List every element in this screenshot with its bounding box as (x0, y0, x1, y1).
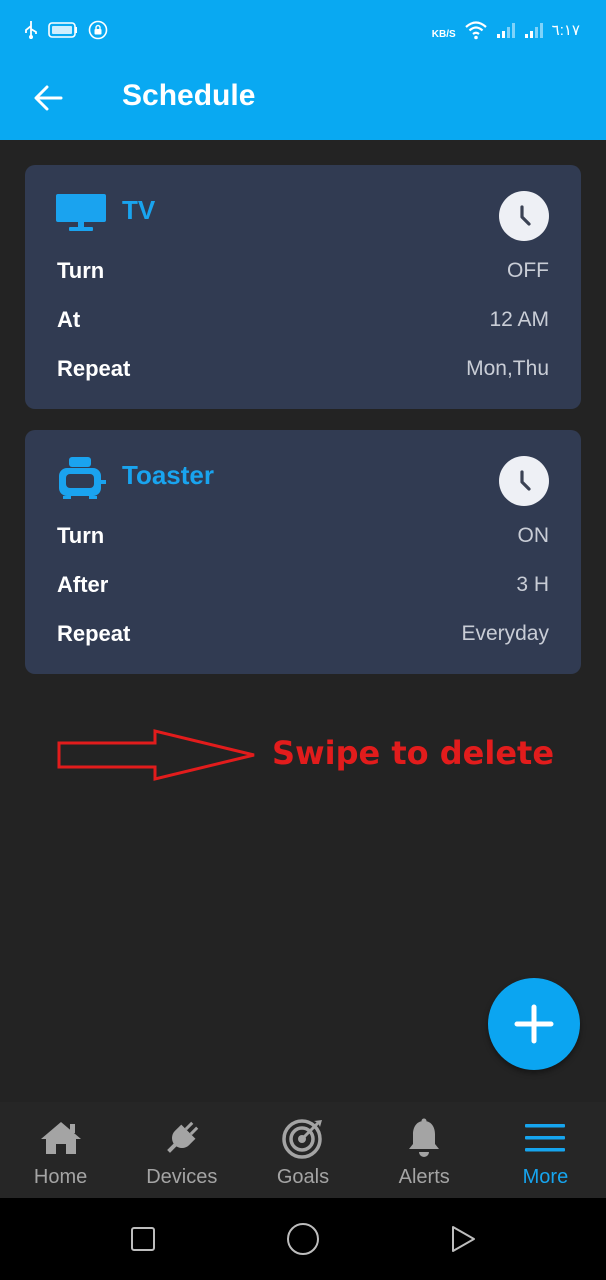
bottom-nav: Home Devices Goals Alerts More (0, 1102, 606, 1198)
row-label: At (57, 307, 81, 332)
device-name: TV (122, 195, 156, 225)
home-icon (40, 1122, 81, 1154)
clock-icon (520, 205, 531, 226)
nav-item-devices[interactable]: Devices (121, 1102, 242, 1198)
nav-item-home[interactable]: Home (0, 1102, 121, 1198)
row-value: ON (517, 524, 550, 547)
nav-item-goals[interactable]: Goals (242, 1102, 363, 1198)
schedule-row-after: After 3 H (57, 569, 549, 601)
schedule-row-turn: Turn ON (57, 520, 549, 552)
schedule-card-tv[interactable]: TV Turn OFF At 12 AM Repeat Mon,Thu (25, 165, 581, 409)
status-icons-right: KB/S ٦:١٧ (432, 20, 580, 40)
row-value: OFF (507, 259, 549, 282)
row-label: Repeat (57, 356, 131, 381)
triangle-back-icon (452, 1226, 475, 1252)
nav-item-more[interactable]: More (485, 1102, 606, 1198)
nav-label: More (522, 1166, 569, 1188)
swipe-hint-text: Swipe to delete (272, 734, 555, 772)
status-icons-left (24, 20, 108, 40)
device-name: Toaster (122, 460, 214, 490)
clock-button[interactable] (499, 456, 549, 506)
swipe-hint: Swipe to delete (56, 728, 556, 784)
square-icon (131, 1227, 155, 1251)
menu-icon (525, 1124, 566, 1152)
nav-label: Home (33, 1166, 88, 1188)
page-title: Schedule (122, 79, 256, 112)
schedule-row-repeat: Repeat Mon,Thu (57, 353, 549, 385)
arrow-right-icon (57, 729, 255, 781)
recent-apps-button[interactable] (123, 1219, 163, 1259)
row-label: Turn (57, 523, 105, 548)
bell-icon (409, 1118, 440, 1157)
nav-label: Devices (146, 1166, 218, 1188)
signal-icon-2 (524, 23, 543, 38)
vpn-lock-icon (88, 20, 108, 40)
target-icon (282, 1119, 322, 1159)
signal-icon-1 (496, 23, 515, 38)
wifi-icon (464, 21, 487, 40)
network-speed-unit: KB/S (431, 28, 456, 40)
battery-saver-icon (48, 22, 77, 38)
nav-label: Alerts (398, 1166, 450, 1188)
system-nav-bar (0, 1198, 606, 1280)
row-value: 3 H (516, 573, 549, 596)
schedule-row-at: At 12 AM (57, 304, 549, 336)
row-label: Repeat (57, 621, 131, 646)
clock-icon (520, 470, 531, 491)
usb-icon (25, 21, 37, 39)
arrow-left-icon (34, 85, 63, 111)
status-time: ٦:١٧ (551, 22, 580, 39)
status-bar: KB/S ٦:١٧ (0, 0, 606, 60)
toaster-icon (59, 457, 106, 499)
back-button[interactable] (26, 76, 70, 120)
schedule-row-repeat: Repeat Everyday (57, 618, 549, 650)
home-system-button[interactable] (283, 1219, 323, 1259)
schedule-card-toaster[interactable]: Toaster Turn ON After 3 H Repeat Everyda… (25, 430, 581, 674)
add-schedule-button[interactable] (488, 978, 580, 1070)
nav-item-alerts[interactable]: Alerts (364, 1102, 485, 1198)
app-bar: Schedule (0, 60, 606, 140)
row-value: 12 AM (489, 308, 549, 331)
circle-icon (287, 1223, 319, 1255)
nav-label: Goals (276, 1166, 330, 1188)
row-label: Turn (57, 258, 105, 283)
plug-icon (166, 1121, 199, 1153)
tv-icon (56, 194, 106, 231)
schedule-row-turn: Turn OFF (57, 255, 549, 287)
row-label: After (57, 572, 109, 597)
plus-icon (514, 1004, 554, 1044)
clock-button[interactable] (499, 191, 549, 241)
back-system-button[interactable] (443, 1219, 483, 1259)
row-value: Everyday (461, 622, 549, 645)
row-value: Mon,Thu (466, 357, 549, 380)
